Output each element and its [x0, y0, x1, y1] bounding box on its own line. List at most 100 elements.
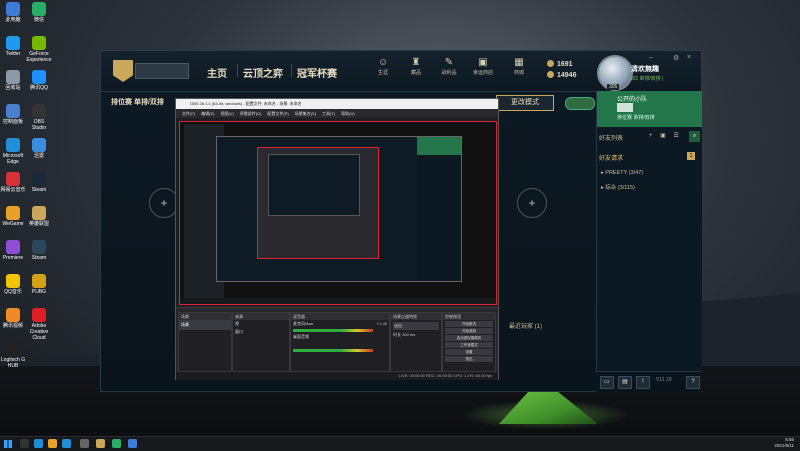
start-windows-icon[interactable]	[4, 440, 12, 448]
minimize-button[interactable]: –	[649, 54, 653, 61]
level-badge: 305	[607, 84, 620, 90]
obs-control-button[interactable]: 设置	[445, 349, 493, 355]
obs-menu-item[interactable]: 停靠部件(D)	[240, 111, 262, 116]
close-button[interactable]: ×	[687, 54, 691, 61]
nav-clash[interactable]: 冠军杯赛	[297, 65, 337, 80]
desktop-icon[interactable]: Twitter	[0, 36, 26, 57]
desktop-icon[interactable]: 腾讯视频	[0, 308, 26, 329]
desktop-icon-label: 英雄联盟	[28, 221, 49, 227]
scene-item[interactable]: 场景	[179, 320, 231, 330]
riot-points[interactable]: 14946	[547, 71, 576, 79]
wechat-taskbar-icon[interactable]	[112, 439, 121, 448]
transitions-dock: 场景过渡特效 淡出 时长 300 ms	[390, 312, 442, 372]
friend-requests[interactable]: 好友请求	[599, 153, 623, 162]
nav-lucky-store[interactable]: ▣ 幸运商店	[469, 57, 497, 76]
user-status[interactable]: 3/2 单排/双排 |	[631, 75, 663, 82]
obs-menu-item[interactable]: 文件(F)	[182, 111, 195, 116]
obs-control-button[interactable]: 工作室模式	[445, 342, 493, 348]
obs-menu-item[interactable]: 帮助(H)	[341, 111, 355, 116]
change-mode-button[interactable]: 更改模式	[496, 95, 554, 111]
nav-profile[interactable]: ☺ 生涯	[369, 57, 397, 76]
desktop-icon[interactable]: Logitech G HUB	[0, 342, 26, 369]
nav-loot[interactable]: ✎ 战利品	[435, 57, 463, 76]
desktop-icon[interactable]: 网易云音乐	[0, 172, 26, 193]
nav-home[interactable]: 主页	[207, 65, 227, 80]
friend-search-icon[interactable]: ⌕	[689, 131, 700, 142]
explorer-taskbar-icon[interactable]	[48, 439, 57, 448]
friend-list-tools[interactable]: + ▣ ☰	[649, 132, 682, 139]
desktop-icon-label: Logitech G HUB	[0, 357, 26, 369]
blue-essence[interactable]: 1691	[547, 60, 573, 68]
obs-control-button[interactable]: 退出	[445, 356, 493, 362]
riot-points-value: 14946	[557, 72, 577, 79]
play-button[interactable]	[135, 63, 189, 79]
settings-gear-icon[interactable]: ⚙	[673, 54, 679, 62]
loot-icon: ✎	[444, 57, 454, 68]
obs-docks: 场景 场景 来源 视 窗口 混音器 麦克风/Aux 桌面音频 0.0 dB 场景…	[176, 307, 498, 380]
transition-select[interactable]: 淡出	[393, 322, 439, 330]
desktop-icon-label: 迅雷	[33, 153, 44, 159]
obs-menu-item[interactable]: 编辑(E)	[201, 111, 214, 116]
obs-control-button[interactable]: 开始录制	[445, 328, 493, 334]
lol-taskbar-icon[interactable]	[96, 439, 105, 448]
controls-dock-title: 控制按钮	[443, 313, 495, 320]
obs-menu-item[interactable]: 配置文件(P)	[267, 111, 288, 116]
app-icon	[6, 2, 20, 16]
mixer-channel-label: 麦克风/Aux	[293, 321, 314, 326]
desktop-icon[interactable]: Adobe Creative Cloud	[26, 308, 52, 341]
desktop-icon[interactable]: 腾讯QQ	[26, 70, 52, 91]
desktop-icon[interactable]: 此电脑	[0, 2, 26, 23]
desktop-icon[interactable]: 迅雷	[26, 138, 52, 159]
desktop-icon[interactable]: QQ音乐	[0, 274, 26, 295]
obs-menu-item[interactable]: 视图(V)	[220, 111, 233, 116]
edge-taskbar-icon[interactable]	[34, 439, 43, 448]
desktop-icon[interactable]: WeGame	[0, 206, 26, 227]
nav-tft[interactable]: 云顶之弈	[243, 65, 283, 80]
help-icon[interactable]: ?	[686, 376, 700, 389]
obs-taskbar-icon[interactable]	[80, 439, 89, 448]
audio-meter	[293, 349, 373, 352]
desktop-icon-label: Twitter	[5, 51, 21, 57]
nav-collection[interactable]: ♜ 藏品	[402, 57, 430, 76]
transition-duration[interactable]: 时长 300 ms	[393, 332, 439, 338]
desktop-icon[interactable]: OBS Studio	[26, 104, 52, 131]
obs-menu-item[interactable]: 工具(T)	[322, 111, 335, 116]
invite-slot-right[interactable]: +	[517, 188, 547, 218]
desktop-icon[interactable]: 英雄联盟	[26, 206, 52, 227]
recent-players-label[interactable]: 最近玩家 (1)	[509, 321, 542, 330]
party-card[interactable]: 公开的小队 排位赛 单排/双排	[597, 91, 702, 127]
browser-taskbar-icon[interactable]	[62, 439, 71, 448]
lol-logo-icon[interactable]	[113, 60, 133, 82]
friend-list-title: 好友列表	[599, 136, 624, 142]
search-icon[interactable]	[20, 439, 29, 448]
obs-menu-item[interactable]: 场景集合(S)	[295, 111, 316, 116]
desktop-icon[interactable]: Steam	[26, 240, 52, 261]
source-item[interactable]: 视	[233, 320, 289, 328]
system-clock[interactable]: 8:56 2021/8/11	[774, 437, 794, 449]
app-taskbar-icon[interactable]	[128, 439, 137, 448]
friend-group[interactable]: ▸ 综合 (3/115)	[601, 183, 635, 191]
app-icon	[32, 104, 46, 118]
app-icon	[6, 36, 20, 50]
desktop-icon-label: 网易云音乐	[0, 187, 26, 193]
friend-group[interactable]: ▸ PREETY (3/47)	[601, 170, 643, 176]
app-icon	[6, 274, 20, 288]
notification-icon[interactable]: !	[636, 376, 650, 389]
desktop-icon[interactable]: 控制面板	[0, 104, 26, 125]
desktop-icon[interactable]: Microsoft Edge	[0, 138, 26, 165]
source-item[interactable]: 窗口	[233, 328, 289, 336]
obs-preview[interactable]	[179, 121, 497, 305]
friend-group-label: PREETY (3/47)	[605, 170, 644, 176]
desktop-icon[interactable]: PUBG	[26, 274, 52, 295]
mission-icon[interactable]: ▤	[618, 376, 632, 389]
desktop-icon[interactable]: Premiere	[0, 240, 26, 261]
ready-toggle[interactable]	[565, 97, 595, 110]
desktop-icon[interactable]: GeForce Experience	[26, 36, 52, 63]
nav-store[interactable]: ▦ 商城	[505, 57, 533, 76]
obs-control-button[interactable]: 启动虚拟摄像机	[445, 335, 493, 341]
desktop-icon[interactable]: Steam	[26, 172, 52, 193]
desktop-icon[interactable]: 回收站	[0, 70, 26, 91]
chat-icon[interactable]: ▭	[600, 376, 614, 389]
desktop-icon[interactable]: 微信	[26, 2, 52, 23]
obs-control-button[interactable]: 开始推流	[445, 321, 493, 327]
